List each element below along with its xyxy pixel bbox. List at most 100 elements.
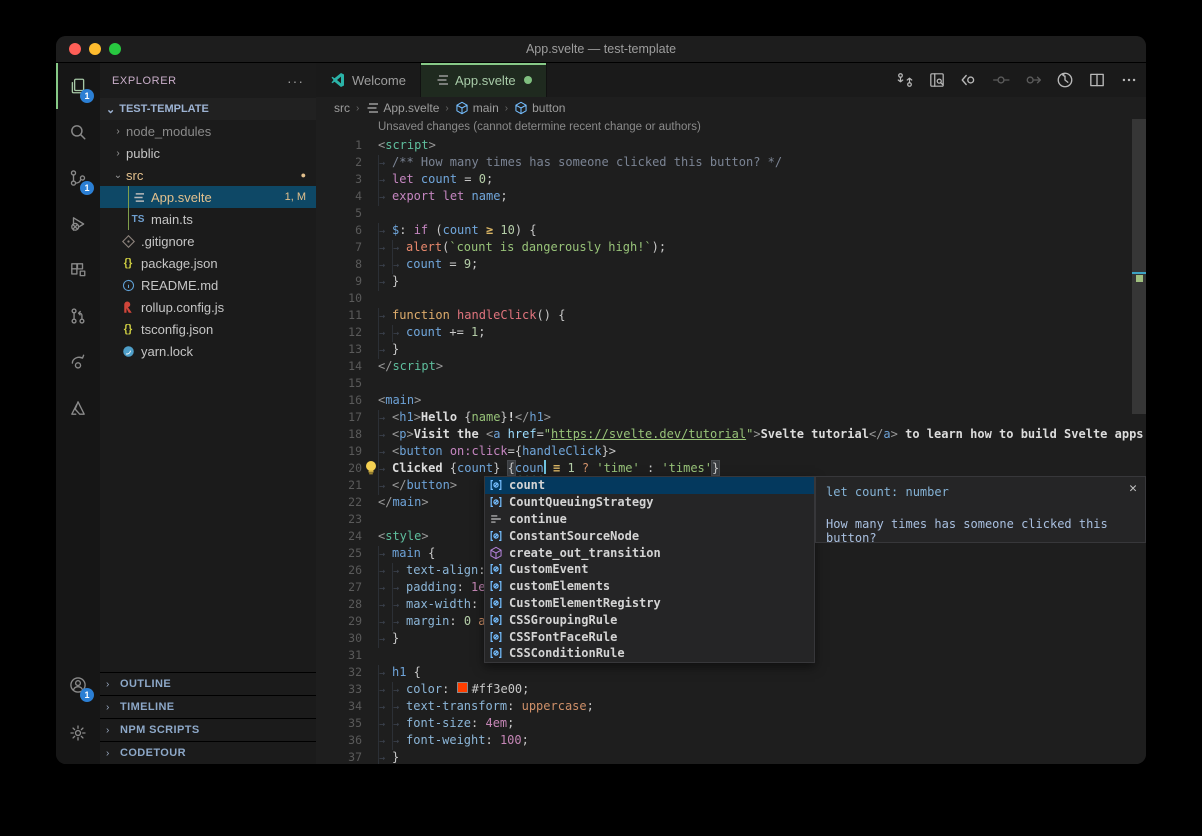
suggest-label: CSSConditionRule <box>509 646 625 660</box>
code-line[interactable]: 1<script> <box>316 137 1132 154</box>
tree-item-yarn.lock[interactable]: yarn.lock <box>100 340 316 362</box>
tree-item-README.md[interactable]: README.md <box>100 274 316 296</box>
suggest-item-CustomElementRegistry[interactable]: CustomElementRegistry <box>485 595 814 612</box>
code-editor[interactable]: Unsaved changes (cannot determine recent… <box>316 119 1146 764</box>
breadcrumb-item-button[interactable]: button <box>514 101 565 115</box>
code-line[interactable]: 5 <box>316 205 1132 222</box>
suggest-item-count[interactable]: count <box>485 477 814 494</box>
activity-item-github-pr[interactable] <box>56 293 100 339</box>
history-icon[interactable] <box>1056 71 1074 89</box>
workspace-root-folder[interactable]: ⌄ TEST-TEMPLATE <box>100 98 316 120</box>
code-line[interactable]: 3→let count = 0; <box>316 171 1132 188</box>
line-content: →→color: #ff3e00; <box>378 681 529 698</box>
tree-item-App.svelte[interactable]: App.svelte1, M <box>100 186 316 208</box>
activity-item-search[interactable] <box>56 109 100 155</box>
split-editor-icon[interactable] <box>1088 71 1106 89</box>
activity-item-azure[interactable] <box>56 385 100 431</box>
sidebar-section-timeline[interactable]: ›TIMELINE <box>100 695 316 718</box>
workspace-root-label: TEST-TEMPLATE <box>119 103 209 115</box>
suggest-item-customElements[interactable]: customElements <box>485 578 814 595</box>
code-line[interactable]: 37→} <box>316 749 1132 764</box>
code-line[interactable]: 7→→alert(`count is dangerously high!`); <box>316 239 1132 256</box>
line-content: →→padding: 1em; <box>378 579 500 596</box>
tree-item-node_modules[interactable]: ›node_modules <box>100 120 316 142</box>
suggest-item-CSSConditionRule[interactable]: CSSConditionRule <box>485 645 814 662</box>
line-content: →→alert(`count is dangerously high!`); <box>378 239 666 256</box>
sidebar-section-codetour[interactable]: ›CODETOUR <box>100 741 316 764</box>
previous-change-icon[interactable] <box>960 71 978 89</box>
tree-item-label: README.md <box>141 278 218 293</box>
code-line[interactable]: 35→→font-size: 4em; <box>316 715 1132 732</box>
code-line[interactable]: 20→Clicked {count} {coun ≡ 1 ? 'time' : … <box>316 460 1132 477</box>
code-line[interactable]: 32→h1 { <box>316 664 1132 681</box>
code-line[interactable]: 9→} <box>316 273 1132 290</box>
section-label: OUTLINE <box>120 678 171 690</box>
suggest-item-CountQueuingStrategy[interactable]: CountQueuingStrategy <box>485 494 814 511</box>
line-content: →} <box>378 630 399 647</box>
suggest-item-create_out_transition[interactable]: create_out_transition <box>485 544 814 561</box>
tree-item-rollup.config.js[interactable]: rollup.config.js <box>100 296 316 318</box>
activity-item-run-debug[interactable] <box>56 201 100 247</box>
breadcrumb-item-src[interactable]: src <box>334 101 350 115</box>
suggest-item-continue[interactable]: continue <box>485 511 814 528</box>
code-line[interactable]: 19→<button on:click={handleClick}> <box>316 443 1132 460</box>
code-line[interactable]: 4→export let name; <box>316 188 1132 205</box>
tab-welcome[interactable]: Welcome <box>316 63 421 97</box>
tree-item-tsconfig.json[interactable]: {}tsconfig.json <box>100 318 316 340</box>
code-line[interactable]: 8→→count = 9; <box>316 256 1132 273</box>
sidebar-section-outline[interactable]: ›OUTLINE <box>100 672 316 695</box>
code-line[interactable]: 12→→count += 1; <box>316 324 1132 341</box>
editor-scrollbar[interactable] <box>1132 119 1146 414</box>
explorer-more-actions-icon[interactable]: ··· <box>287 73 304 89</box>
code-line[interactable]: 33→→color: #ff3e00; <box>316 681 1132 698</box>
code-line[interactable]: 6→$: if (count ≥ 10) { <box>316 222 1132 239</box>
activity-item-settings[interactable] <box>56 710 100 756</box>
activity-item-explorer[interactable]: 1 <box>56 63 100 109</box>
line-number: 34 <box>316 698 378 715</box>
lightbulb-icon[interactable] <box>364 460 378 475</box>
line-number: 26 <box>316 562 378 579</box>
code-line[interactable]: 13→} <box>316 341 1132 358</box>
suggest-label: CSSGroupingRule <box>509 613 617 627</box>
tree-item-label: main.ts <box>151 212 193 227</box>
activity-item-accounts[interactable]: 1 <box>56 662 100 708</box>
code-line[interactable]: 36→→font-weight: 100; <box>316 732 1132 749</box>
suggest-item-ConstantSourceNode[interactable]: ConstantSourceNode <box>485 527 814 544</box>
code-line[interactable]: 34→→text-transform: uppercase; <box>316 698 1132 715</box>
activity-item-extensions[interactable] <box>56 247 100 293</box>
suggest-item-CSSGroupingRule[interactable]: CSSGroupingRule <box>485 611 814 628</box>
activity-item-source-control[interactable]: 1 <box>56 155 100 201</box>
compare-changes-icon[interactable] <box>896 71 914 89</box>
tab-app-svelte[interactable]: App.svelte <box>421 63 547 97</box>
modified-dot[interactable] <box>524 76 532 84</box>
editor-group: WelcomeApp.svelte src›App.svelte›main›bu… <box>316 63 1146 764</box>
tree-item-src[interactable]: ⌄src● <box>100 164 316 186</box>
code-line[interactable]: 10 <box>316 290 1132 307</box>
code-line[interactable]: 15 <box>316 375 1132 392</box>
open-preview-icon[interactable] <box>928 71 946 89</box>
code-line[interactable]: 16<main> <box>316 392 1132 409</box>
tree-item-package.json[interactable]: {}package.json <box>100 252 316 274</box>
close-icon[interactable]: ✕ <box>1129 481 1137 496</box>
code-line[interactable]: 18→<p>Visit the <a href="https://svelte.… <box>316 426 1132 443</box>
suggest-label: count <box>509 478 545 492</box>
line-content: →→count = 9; <box>378 256 478 273</box>
activity-item-live-share[interactable] <box>56 339 100 385</box>
center-change-icon[interactable] <box>992 71 1010 89</box>
breadcrumb-item-app-svelte[interactable]: App.svelte <box>365 101 439 115</box>
title-bar[interactable]: App.svelte — test-template <box>56 36 1146 63</box>
tree-item-main.ts[interactable]: TSmain.ts <box>100 208 316 230</box>
line-number: 28 <box>316 596 378 613</box>
more-actions-icon[interactable] <box>1120 71 1138 89</box>
suggest-item-CustomEvent[interactable]: CustomEvent <box>485 561 814 578</box>
suggest-item-CSSFontFaceRule[interactable]: CSSFontFaceRule <box>485 628 814 645</box>
sidebar-section-npm-scripts[interactable]: ›NPM SCRIPTS <box>100 718 316 741</box>
breadcrumb-item-main[interactable]: main <box>455 101 499 115</box>
code-line[interactable]: 14</script> <box>316 358 1132 375</box>
code-line[interactable]: 11→function handleClick() { <box>316 307 1132 324</box>
tree-item-.gitignore[interactable]: .gitignore <box>100 230 316 252</box>
code-line[interactable]: 17→<h1>Hello {name}!</h1> <box>316 409 1132 426</box>
next-change-icon[interactable] <box>1024 71 1042 89</box>
code-line[interactable]: 2→/** How many times has someone clicked… <box>316 154 1132 171</box>
tree-item-public[interactable]: ›public <box>100 142 316 164</box>
